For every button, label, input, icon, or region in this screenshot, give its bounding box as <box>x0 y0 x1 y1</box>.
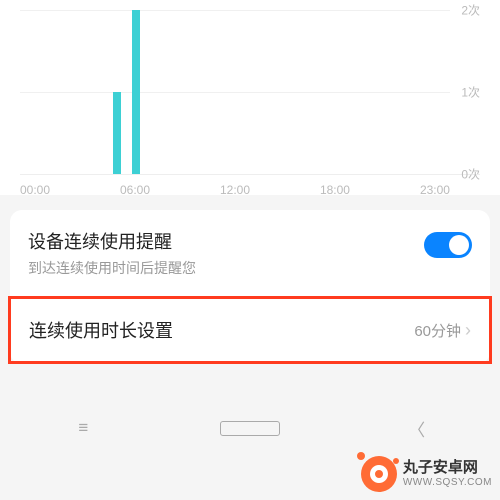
duration-value: 60分钟 <box>414 320 461 341</box>
x-tick: 12:00 <box>220 183 250 197</box>
usage-chart: 2次 1次 0次 00:00 06:00 12:00 18:00 23:00 <box>0 0 500 195</box>
recents-button[interactable]: ≡ <box>53 418 113 438</box>
watermark-icon <box>361 456 397 492</box>
reminder-subtitle: 到达连续使用时间后提醒您 <box>28 258 196 278</box>
reminder-title: 设备连续使用提醒 <box>28 228 196 254</box>
chart-plot: 2次 1次 0次 <box>20 10 480 175</box>
x-axis: 00:00 06:00 12:00 18:00 23:00 <box>20 175 480 197</box>
watermark-url: WWW.SQSY.COM <box>403 477 492 488</box>
continuous-use-reminder-row[interactable]: 设备连续使用提醒 到达连续使用时间后提醒您 <box>10 210 490 296</box>
watermark: 丸子安卓网 WWW.SQSY.COM <box>361 456 492 492</box>
x-tick: 00:00 <box>20 183 50 197</box>
duration-setting-row[interactable]: 连续使用时长设置 60分钟 › <box>8 296 492 364</box>
reminder-toggle[interactable] <box>424 232 472 258</box>
chart-bars <box>20 10 450 174</box>
chart-bar <box>113 92 121 174</box>
x-tick: 06:00 <box>120 183 150 197</box>
settings-card: 设备连续使用提醒 到达连续使用时间后提醒您 连续使用时长设置 60分钟 › <box>10 210 490 364</box>
system-navbar: ≡ 〈 <box>0 408 500 448</box>
duration-title: 连续使用时长设置 <box>29 317 173 343</box>
chevron-right-icon: › <box>465 320 471 341</box>
y-tick-0: 0次 <box>461 166 480 183</box>
watermark-title: 丸子安卓网 <box>403 460 492 477</box>
x-tick: 18:00 <box>320 183 350 197</box>
back-button[interactable]: 〈 <box>387 416 447 441</box>
home-button[interactable] <box>220 421 280 436</box>
x-tick: 23:00 <box>420 183 450 197</box>
y-tick-1: 1次 <box>461 84 480 101</box>
chart-bar <box>132 10 140 174</box>
y-tick-2: 2次 <box>461 2 480 19</box>
